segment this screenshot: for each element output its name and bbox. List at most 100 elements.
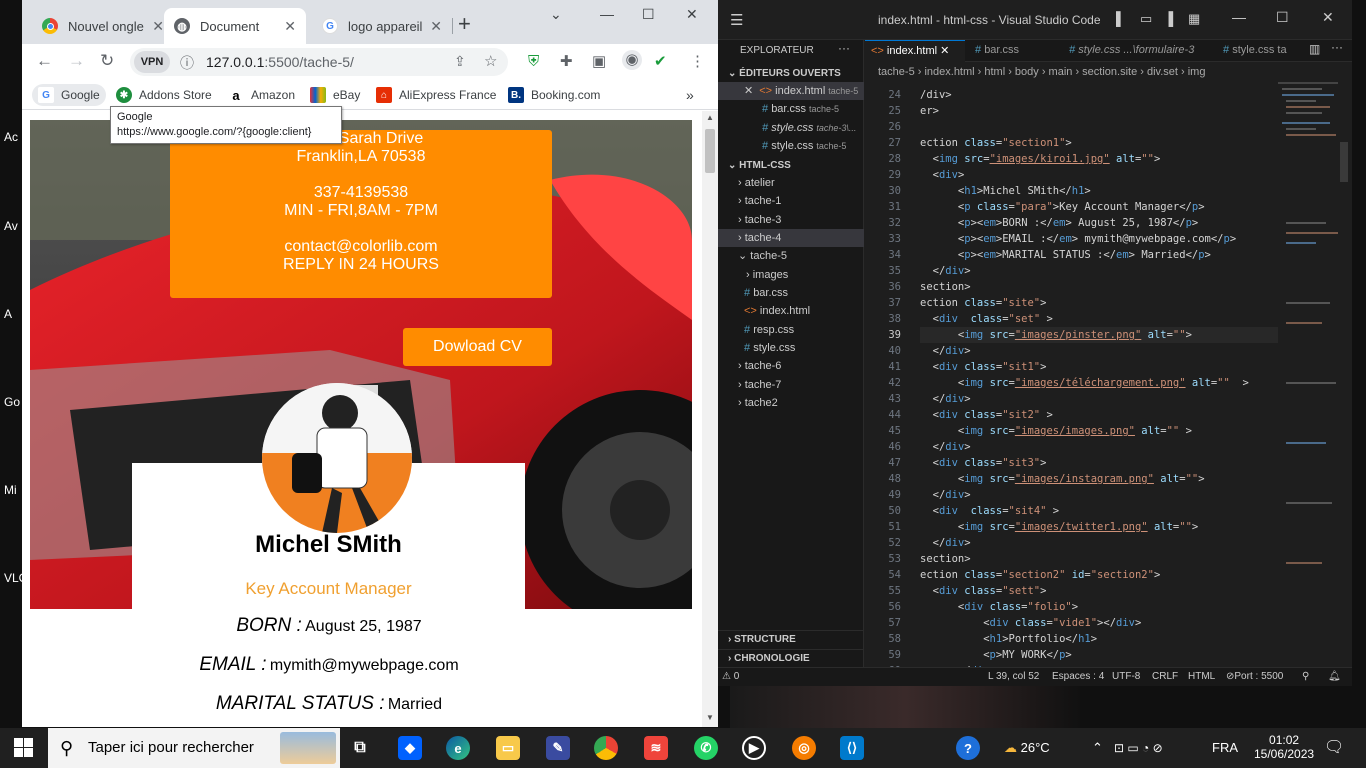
vpn-badge[interactable]: VPN (134, 51, 170, 73)
back-icon[interactable]: ← (36, 51, 53, 71)
app-icon[interactable]: ✎ (546, 736, 570, 760)
code-line[interactable]: </div> (920, 343, 971, 359)
open-editor-item[interactable]: ✕ <> index.html tache-5 (718, 82, 864, 100)
reload-icon[interactable]: ↻ (100, 51, 114, 71)
close-icon[interactable]: ✕ (284, 18, 296, 35)
hamburger-menu-icon[interactable]: ☰ (730, 11, 743, 29)
bookmark-amazon[interactable]: a Amazon (228, 84, 295, 106)
code-line[interactable]: </div> (920, 535, 971, 551)
bookmark-addons-store[interactable]: ✱ Addons Store (116, 84, 212, 106)
code-line[interactable]: section> (920, 551, 971, 567)
toggle-sidebar-icon[interactable]: ▌ (1116, 11, 1125, 26)
taskbar-search[interactable]: ⚲ Taper ici pour rechercher (48, 728, 340, 768)
maximize-icon[interactable]: ☐ (1276, 9, 1289, 26)
code-line[interactable]: /div> (920, 87, 952, 103)
tab-new-tab[interactable]: Nouvel onglet ✕ (32, 8, 174, 44)
scroll-down-icon[interactable]: ▼ (706, 713, 714, 722)
page-scrollbar[interactable]: ▲ ▼ (702, 111, 718, 727)
open-editor-item[interactable]: # style.css tache-5 (762, 137, 846, 155)
code-line[interactable]: </div> (920, 439, 971, 455)
tab-search-icon[interactable]: ⌄ (550, 6, 562, 23)
dropbox-icon[interactable]: ◆ (398, 736, 422, 760)
more-actions-icon[interactable]: ··· (1331, 40, 1343, 54)
tree-folder[interactable]: › tache-4 (718, 229, 864, 247)
breadcrumb[interactable]: tache-5 › index.html › html › body › mai… (865, 62, 1352, 82)
close-icon[interactable]: ✕ (430, 18, 442, 35)
code-line[interactable]: <img src="images/images.png" alt="" > (920, 423, 1192, 439)
bookmark-booking[interactable]: B. Booking.com (508, 84, 600, 106)
toggle-secondary-sidebar-icon[interactable]: ▐ (1164, 11, 1173, 26)
minimap[interactable] (1278, 82, 1352, 667)
tree-folder[interactable]: › images (746, 266, 788, 284)
chrome-icon[interactable] (594, 736, 618, 760)
code-line[interactable]: <div class="vide1"></div> (920, 615, 1141, 631)
scroll-up-icon[interactable]: ▲ (706, 113, 714, 122)
share-icon[interactable]: ⇪ (454, 53, 466, 70)
tree-folder[interactable]: › tache2 (738, 394, 778, 412)
media-player-icon[interactable]: ▶ (742, 736, 766, 760)
code-line[interactable]: <h1>Portfolio</h1> (920, 631, 1097, 647)
code-line[interactable]: <div class="set" > (920, 311, 1053, 327)
file-explorer-icon[interactable]: ▭ (496, 736, 520, 760)
maximize-icon[interactable]: ☐ (642, 6, 655, 23)
line-ending[interactable]: CRLF (1152, 668, 1178, 686)
tree-folder[interactable]: ⌄ tache-5 (738, 247, 787, 265)
whatsapp-icon[interactable]: ✆ (694, 736, 718, 760)
sidebar-icon[interactable]: ▣ (592, 52, 606, 72)
encoding[interactable]: UTF-8 (1112, 668, 1140, 686)
code-line[interactable]: <p>MY WORK</p> (920, 647, 1072, 663)
tree-folder[interactable]: › tache-1 (738, 192, 781, 210)
code-line[interactable]: <img src="images/twitter1.png" alt=""> (920, 519, 1198, 535)
open-editor-item[interactable]: # bar.css tache-5 (762, 100, 839, 118)
account-icon[interactable]: ⚲ (1302, 668, 1309, 686)
tab-index-html[interactable]: <> index.html ✕ (865, 40, 965, 62)
tree-folder[interactable]: › tache-7 (738, 376, 781, 394)
code-line[interactable]: <p><em>BORN :</em> August 25, 1987</p> (920, 215, 1198, 231)
code-line[interactable]: </div> (920, 391, 971, 407)
cursor-position[interactable]: L 39, col 52 (988, 668, 1039, 686)
address-bar[interactable]: VPN ⓘ 127.0.0.1:5500/tache-5/ ⇪ ☆ (130, 48, 508, 76)
code-line[interactable]: <p><em>EMAIL :</em> mymith@mywebpage.com… (920, 231, 1236, 247)
code-line[interactable]: <div class="sit1"> (920, 359, 1047, 375)
code-line[interactable]: er> (920, 103, 939, 119)
tree-file[interactable]: # style.css (744, 339, 795, 357)
code-line[interactable]: <div> (920, 167, 965, 183)
close-icon[interactable]: ✕ (940, 45, 949, 57)
vscode-icon[interactable]: ⟨⟩ (840, 736, 864, 760)
code-line[interactable]: <p><em>MARITAL STATUS :</em> Married</p> (920, 247, 1211, 263)
code-line[interactable]: <img src="images/kiroi1.jpg" alt=""> (920, 151, 1161, 167)
extensions-puzzle-icon[interactable]: ✚ (560, 52, 573, 72)
code-line[interactable]: <div class="sit3"> (920, 455, 1047, 471)
url-text[interactable]: 127.0.0.1:5500/tache-5/ (206, 54, 354, 70)
code-line[interactable]: <img src="images/pinster.png" alt=""> (920, 327, 1320, 343)
code-line[interactable]: ection class="site"> (920, 295, 1046, 311)
tab-document[interactable]: ◍ Document ✕ (164, 8, 306, 44)
bookmark-star-icon[interactable]: ☆ (484, 52, 497, 70)
notifications-icon[interactable]: 🔔︎ (1328, 668, 1341, 686)
tab-style-css[interactable]: # style.css ta (1217, 40, 1307, 62)
windows-start-icon[interactable] (14, 738, 34, 758)
profile-avatar-icon[interactable]: ◉ (622, 50, 642, 70)
code-line[interactable]: section> (920, 279, 971, 295)
code-line[interactable]: <img src="images/téléchargement.png" alt… (920, 375, 1249, 391)
split-editor-icon[interactable]: ▥ (1309, 42, 1320, 56)
bookmark-aliexpress[interactable]: ⌂ AliExpress France (376, 84, 496, 106)
code-line[interactable]: <p class="para">Key Account Manager</p> (920, 199, 1205, 215)
workspace-header[interactable]: ⌄ HTML-CSS (728, 160, 791, 171)
security-extension-icon[interactable]: ✔ (654, 52, 667, 72)
anydesk-icon[interactable]: ≋ (644, 736, 668, 760)
structure-header[interactable]: › STRUCTURE (728, 634, 796, 645)
code-line[interactable]: </div> (920, 263, 971, 279)
problems-count[interactable]: ⚠ 0 (722, 668, 739, 686)
toggle-panel-icon[interactable]: ▭ (1140, 11, 1152, 27)
indentation[interactable]: Espaces : 4 (1052, 668, 1104, 686)
tree-folder[interactable]: › atelier (738, 174, 775, 192)
tray-overflow-icon[interactable]: ⌃ (1092, 728, 1103, 768)
bookmark-google[interactable]: G Google (32, 84, 106, 106)
weather-widget[interactable]: ☁ 26°C (1004, 728, 1050, 768)
tree-folder[interactable]: › tache-3 (738, 211, 781, 229)
task-view-icon[interactable]: ⧉ (348, 736, 372, 760)
tree-file[interactable]: # bar.css (744, 284, 788, 302)
tab-logo-appareil[interactable]: G logo appareil ✕ (312, 8, 452, 44)
code-line[interactable]: ection class="section1"> (920, 135, 1072, 151)
